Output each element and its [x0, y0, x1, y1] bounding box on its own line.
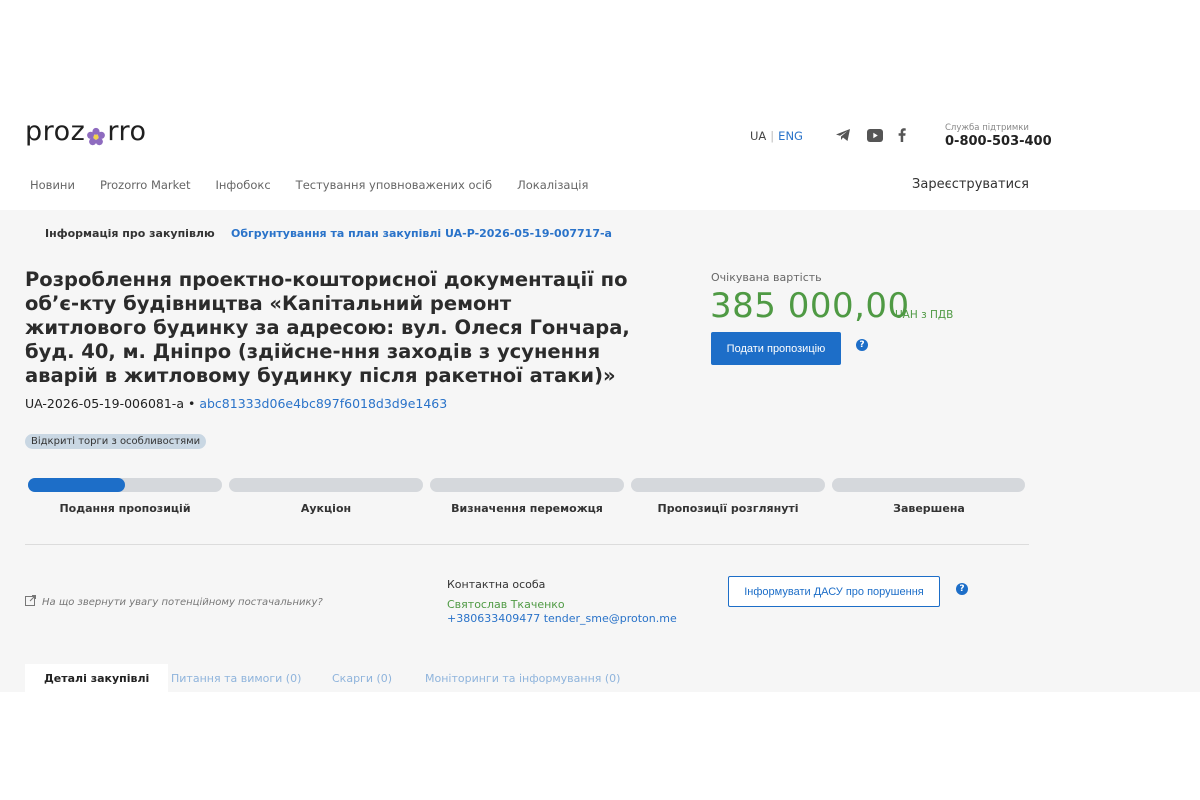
- contact-person-name: Святослав Ткаченко: [447, 598, 565, 611]
- section-divider: [25, 544, 1029, 545]
- logo-flower-icon: [86, 123, 106, 145]
- youtube-icon[interactable]: [867, 126, 883, 144]
- logo-text-left: proz: [25, 116, 86, 147]
- stage-label-auction: Аукціон: [300, 502, 352, 515]
- dasu-help-icon[interactable]: ?: [956, 583, 968, 595]
- id-bullet: •: [187, 396, 196, 411]
- progress-stage-4-bar: [631, 478, 825, 492]
- facebook-icon[interactable]: [898, 126, 906, 144]
- tender-ids: UA-2026-05-19-006081-a • abc81333d06e4bc…: [25, 396, 447, 411]
- stage-label-reviewed: Пропозиції розглянуті: [657, 502, 799, 515]
- lang-separator: |: [770, 129, 775, 143]
- tender-title: Розроблення проектно-кошторисної докумен…: [25, 268, 630, 387]
- progress-fill: [28, 478, 125, 492]
- lang-ua[interactable]: UA: [750, 129, 766, 143]
- progress-stage-2-bar: [229, 478, 423, 492]
- main-nav: Новини Prozorro Market Інфобокс Тестуван…: [30, 178, 613, 192]
- lang-eng[interactable]: ENG: [778, 129, 803, 143]
- stage-label-completed: Завершена: [893, 502, 965, 515]
- telegram-icon[interactable]: [835, 126, 851, 144]
- tender-id: UA-2026-05-19-006081-a: [25, 396, 184, 411]
- support-label: Служба підтримки: [945, 123, 1029, 133]
- stage-label-submission: Подання пропозицій: [59, 502, 191, 515]
- tab-procurement-info[interactable]: Інформація про закупівлю: [45, 227, 215, 240]
- nav-item-testing[interactable]: Тестування уповноважених осіб: [296, 178, 492, 192]
- currency-vat: UAH з ПДВ: [895, 309, 954, 321]
- stage-label-winner: Визначення переможця: [451, 502, 603, 515]
- register-link[interactable]: Зареєструватися: [912, 177, 1029, 192]
- tab-questions[interactable]: Питання та вимоги (0): [171, 664, 301, 692]
- contact-person-info[interactable]: +380633409477 tender_sme@proton.me: [447, 612, 677, 625]
- contact-person-label: Контактна особа: [447, 578, 546, 591]
- help-icon[interactable]: ?: [856, 339, 868, 351]
- nav-item-market[interactable]: Prozorro Market: [100, 178, 191, 192]
- expected-value-label: Очікувана вартість: [711, 271, 822, 284]
- progress-stage-5-bar: [832, 478, 1025, 492]
- progress-stage-3-bar: [430, 478, 624, 492]
- tab-complaints[interactable]: Скарги (0): [332, 664, 392, 692]
- language-switch: UA | ENG: [750, 129, 803, 143]
- logo-text-right: rro: [107, 116, 147, 147]
- expected-value-amount: 385 000,00: [710, 286, 910, 326]
- tab-monitoring[interactable]: Моніторинги та інформування (0): [425, 664, 620, 692]
- tab-procurement-plan[interactable]: Обгрунтування та план закупівлі UA-P-202…: [231, 227, 612, 240]
- progress-stage-1-bar: [28, 478, 222, 492]
- tender-hash-link[interactable]: abc81333d06e4bc897f6018d3d9e1463: [199, 396, 447, 411]
- report-dasu-button[interactable]: Інформувати ДАСУ про порушення: [728, 576, 940, 607]
- nav-item-infobox[interactable]: Інфобокс: [215, 178, 270, 192]
- prozorro-logo[interactable]: proz rro: [25, 116, 147, 147]
- external-link-icon: [25, 595, 36, 609]
- support-phone[interactable]: 0-800-503-400: [945, 134, 1052, 149]
- supplier-hint-text: На що звернути увагу потенційному постач…: [42, 596, 323, 608]
- procedure-badge: Відкриті торги з особливостями: [25, 434, 207, 449]
- nav-item-localization[interactable]: Локалізація: [517, 178, 588, 192]
- tab-details[interactable]: Деталі закупівлі: [25, 664, 169, 692]
- supplier-hint-link[interactable]: На що звернути увагу потенційному постач…: [25, 595, 323, 609]
- nav-item-news[interactable]: Новини: [30, 178, 75, 192]
- submit-offer-button[interactable]: Подати пропозицію: [711, 332, 841, 365]
